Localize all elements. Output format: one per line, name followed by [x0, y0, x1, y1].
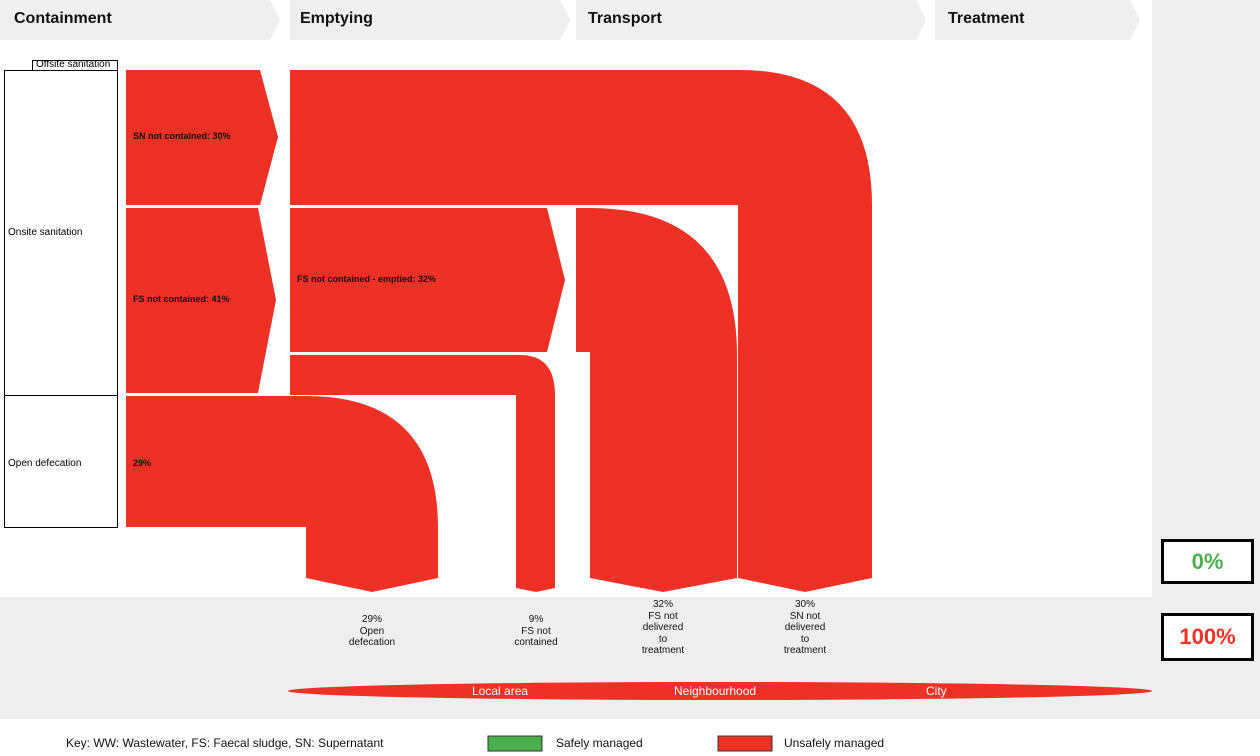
scope-local-area: Local area — [472, 684, 529, 698]
stage-label-emptying: Emptying — [300, 10, 373, 27]
outcome-pct: 29% — [361, 614, 382, 625]
category-onsite: Onsite sanitation — [4, 70, 118, 396]
category-offsite-label: Offsite sanitation — [36, 60, 111, 70]
sfd-diagram: Containment Emptying Transport Treatment… — [0, 0, 1260, 756]
outcome-pct: 30% — [794, 599, 815, 610]
flow-label-sn: SN not contained: 30% — [133, 131, 231, 141]
stage-label-containment: Containment — [14, 10, 112, 27]
flow-label-open: 29% — [133, 458, 152, 468]
category-open: Open defecation — [4, 395, 118, 528]
category-open-label: Open defecation — [8, 458, 82, 469]
outcome-text: FS not contained — [514, 625, 558, 649]
outcome-open-defecation: 29% Open defecation — [332, 614, 412, 649]
flow-label-fs: FS not contained: 41% — [133, 294, 230, 304]
key-safe-label: Safely managed — [556, 736, 643, 750]
outcome-sn-not-delivered: 30% SN not delivered to treatment — [765, 599, 845, 657]
outcome-pct: 32% — [652, 599, 673, 610]
key-abbreviations: Key: WW: Wastewater, FS: Faecal sludge, … — [66, 736, 384, 750]
right-panel — [1152, 0, 1260, 597]
flow-fs-transport — [576, 208, 737, 592]
score-unsafe: 100% — [1161, 613, 1254, 661]
key-unsafe-swatch — [717, 735, 773, 752]
score-safe: 0% — [1161, 539, 1254, 584]
key-safe-swatch — [487, 735, 543, 752]
scope-city: City — [926, 684, 947, 698]
stage-label-transport: Transport — [588, 10, 662, 27]
outcome-fs-not-delivered: 32% FS not delivered to treatment — [623, 599, 703, 657]
outcome-text: FS not delivered to treatment — [641, 610, 685, 657]
key-unsafe-label: Unsafely managed — [784, 736, 885, 750]
flow-open-defecation — [126, 396, 438, 592]
flow-label-emptied: FS not contained - emptied: 32% — [297, 274, 437, 284]
outcome-text: SN not delivered to treatment — [783, 610, 827, 657]
outcome-pct: 9% — [528, 614, 544, 625]
outcome-fs-not-contained: 9% FS not contained — [496, 614, 576, 649]
outcome-text: Open defecation — [348, 625, 396, 649]
scope-neighbourhood: Neighbourhood — [674, 684, 757, 698]
category-onsite-label: Onsite sanitation — [8, 227, 83, 238]
stage-label-treatment: Treatment — [948, 10, 1025, 27]
